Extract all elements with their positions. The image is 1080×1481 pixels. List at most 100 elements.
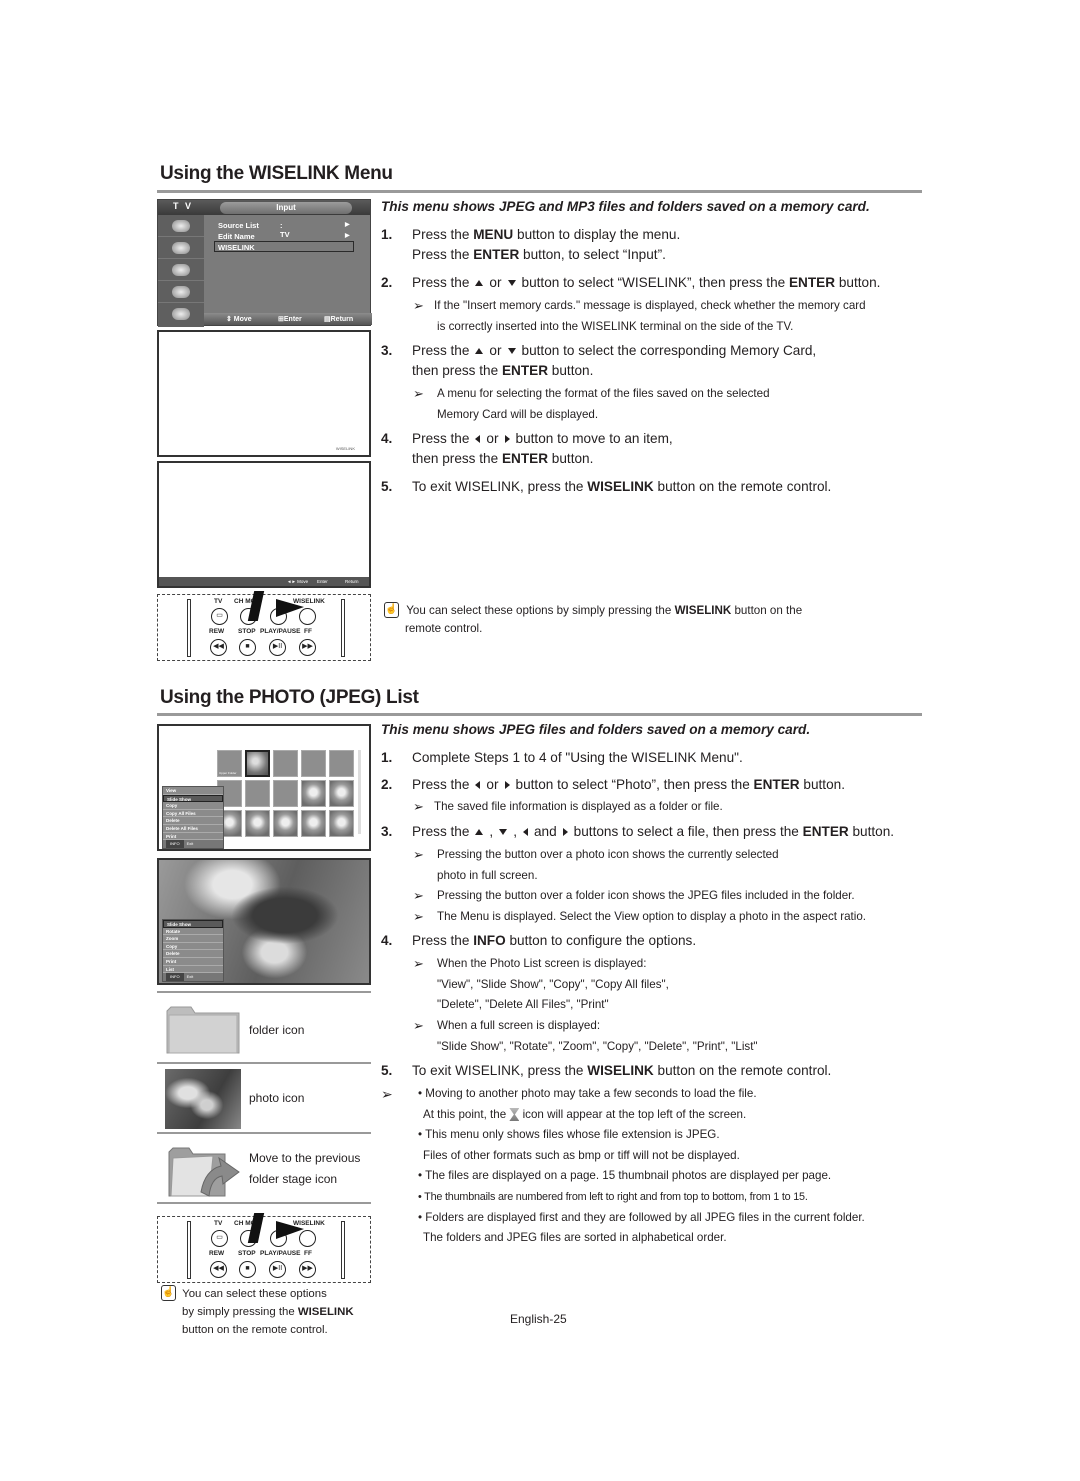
step-3: 3. Press the,, and buttons to select a fil…	[381, 824, 895, 839]
osd-category-sidebar	[158, 215, 204, 327]
step-2: 2. Press the or button to select “Photo”, …	[381, 777, 845, 792]
osd-tv-label: T V	[173, 201, 194, 211]
tip-remote-shortcut: ☝ You can select these options by simply…	[384, 602, 803, 635]
legend-photo: photo icon	[157, 1062, 371, 1132]
step-5: 5. To exit WISELINK, press the WISELINK …	[381, 1063, 832, 1078]
osd-move-hint: ⇕ Move	[226, 316, 252, 323]
play-pause-icon: ▶II	[269, 1261, 286, 1278]
note-arrow-icon: ➢	[413, 1018, 424, 1033]
step-5: 5. To exit WISELINK, press the WISELINK …	[381, 479, 832, 494]
thumbnail	[273, 750, 298, 777]
thumbnail	[245, 810, 270, 837]
osd-footer-bar: ⇕ Move ⊞Enter ▤Return	[204, 313, 372, 325]
osd-menu-title: Input	[220, 202, 352, 214]
legend-previous-folder: Move to the previous folder stage icon	[157, 1132, 371, 1204]
picture-category-icon	[158, 215, 204, 237]
setup-category-icon	[158, 281, 204, 303]
note-step-3c: ➢ The Menu is displayed. Select the View…	[413, 907, 866, 928]
step-3: 3. Press the or button to select the corre…	[381, 343, 817, 378]
left-arrow-icon	[475, 435, 481, 444]
note-step-3: ➢ A menu for selecting the format of the…	[413, 386, 770, 421]
thumbnail	[329, 780, 354, 807]
note-step-3b: ➢ Pressing the button over a folder icon…	[413, 886, 855, 907]
note-step-4b: ➢ When a full screen is displayed: "Slid…	[413, 1018, 758, 1053]
thumbnail	[301, 750, 326, 777]
note-arrow-icon: ➢	[381, 1086, 393, 1102]
previous-folder-icon	[168, 1147, 240, 1197]
play-pause-icon: ▶II	[269, 639, 286, 656]
tip-remote-shortcut: ☝ You can select these options by simply…	[161, 1285, 354, 1336]
left-arrow-icon	[522, 828, 528, 837]
step-1: 1. Press the MENU button to display the …	[381, 227, 681, 262]
note-step-2: ➢ The saved file information is displaye…	[413, 797, 723, 818]
right-arrow-icon	[562, 828, 568, 837]
section-title-photo-list: Using the PHOTO (JPEG) List	[160, 687, 419, 708]
osd-enter-hint: ⊞Enter	[278, 316, 302, 323]
note-step-2: ➢ If the "Insert memory cards." message …	[413, 298, 866, 333]
section-subtitle: This menu shows JPEG and MP3 files and f…	[381, 199, 870, 214]
section-title-wiselink-menu: Using the WISELINK Menu	[160, 163, 393, 184]
tv-osd-input-menu: T V Input Source List : TV ▶ Edit Name ▶…	[157, 199, 372, 327]
pointer-arrow-icon	[276, 599, 304, 617]
chevron-right-icon: ▶	[345, 222, 350, 228]
remote-control-illustration: TV CH MGR WISELINK ▭ REW STOP PLAY/PAUSE…	[157, 1213, 371, 1283]
thumbnail	[301, 810, 326, 837]
thumbnail	[329, 810, 354, 837]
thumbnail	[329, 750, 354, 777]
section-subtitle: This menu shows JPEG files and folders s…	[381, 722, 811, 737]
hourglass-icon	[509, 1108, 520, 1122]
up-arrow-icon	[475, 280, 484, 287]
step-4: 4. Press the or button to move to an item,…	[381, 431, 673, 466]
section-divider	[157, 713, 922, 716]
left-arrow-icon	[475, 781, 481, 790]
thumbnail-upper-folder: Upper Folder	[217, 750, 242, 777]
osd-header-bar: T V Input	[158, 200, 370, 215]
tv-button: ▭	[211, 608, 228, 625]
hand-press-icon: ☝	[384, 602, 399, 618]
right-arrow-icon	[504, 781, 510, 790]
pointing-hand-icon	[247, 591, 265, 621]
thumbnail	[273, 810, 298, 837]
hand-press-icon: ☝	[161, 1285, 176, 1301]
wiselink-tag: WISELINK	[335, 446, 355, 451]
step-4: 4. Press the INFO button to configure th…	[381, 933, 697, 948]
sound-category-icon	[158, 237, 204, 259]
note-step-3a: ➢ Pressing the button over a photo icon …	[413, 847, 779, 882]
down-arrow-icon	[499, 829, 508, 836]
remote-control-illustration: TV CH MGR WISELINK ▭ REW STOP PLAY/PAUSE…	[157, 591, 371, 661]
note-arrow-icon: ➢	[413, 956, 424, 971]
rewind-icon: ◀◀	[210, 639, 227, 656]
osd-item-source-list: Source List : TV ▶	[218, 221, 350, 239]
fast-forward-icon: ▶▶	[299, 639, 316, 656]
thumbnail	[273, 780, 298, 807]
page-number: English-25	[510, 1312, 567, 1326]
pointing-hand-icon	[247, 1213, 265, 1243]
full-screen-photo: Slide Show Rotate Zoom Copy Delete Print…	[157, 858, 371, 985]
note-step-4a: ➢ When the Photo List screen is displaye…	[413, 956, 669, 1011]
osd-return-hint: ▤Return	[324, 316, 354, 323]
input-category-icon	[158, 303, 204, 325]
folder-icon	[166, 1006, 240, 1054]
channel-category-icon	[158, 259, 204, 281]
stop-icon: ■	[239, 1261, 256, 1278]
note-arrow-icon: ➢	[413, 386, 424, 401]
legend-folder: folder icon	[157, 991, 371, 1062]
photo-icon	[165, 1069, 241, 1129]
note-arrow-icon: ➢	[413, 298, 424, 313]
thumbnail	[245, 780, 270, 807]
stop-icon: ■	[239, 639, 256, 656]
section-divider	[157, 190, 922, 193]
wiselink-screen-blank: WISELINK	[157, 330, 371, 457]
down-arrow-icon	[507, 280, 516, 287]
screen-footer-bar: ◄► Move Enter Return	[159, 577, 369, 586]
photo-list-screen: Upper Folder View Slide Show Copy Copy A…	[157, 724, 371, 851]
fast-forward-icon: ▶▶	[299, 1261, 316, 1278]
up-arrow-icon	[475, 829, 484, 836]
down-arrow-icon	[507, 348, 516, 355]
osd-item-wiselink: WISELINK	[218, 243, 255, 252]
note-arrow-icon: ➢	[413, 847, 424, 862]
photo-list-options-menu: View Slide Show Copy Copy All Files Dele…	[162, 786, 224, 850]
chevron-right-icon: ▶	[345, 233, 350, 239]
note-arrow-icon: ➢	[413, 799, 424, 814]
scrollbar	[358, 750, 361, 834]
